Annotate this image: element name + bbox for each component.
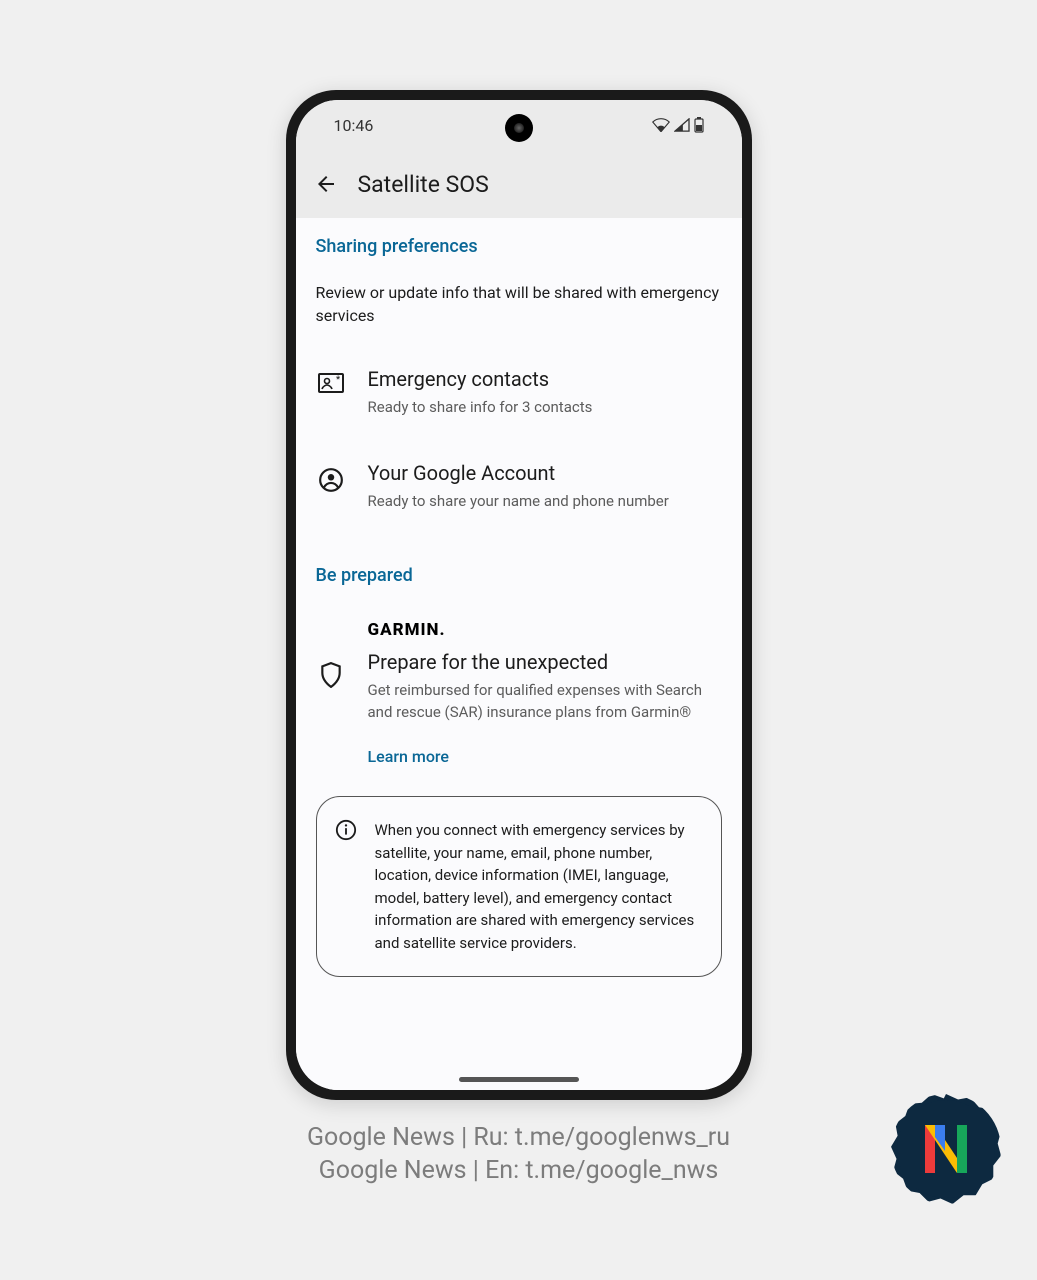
google-account-title: Your Google Account [368, 461, 722, 485]
phone-frame: 10:46 Satellite SOS Sharing preferences … [286, 90, 752, 1100]
garmin-logo: GARMIN. [368, 620, 722, 640]
nav-pill[interactable] [459, 1077, 579, 1082]
emergency-contacts-item[interactable]: * Emergency contacts Ready to share info… [296, 335, 742, 429]
emergency-contacts-sub: Ready to share info for 3 contacts [368, 397, 722, 419]
page-title: Satellite SOS [358, 171, 489, 198]
caption-line1: Google News | Ru: t.me/googlenws_ru [307, 1121, 730, 1155]
channel-badge [897, 1100, 995, 1198]
badge-n-icon [921, 1121, 971, 1177]
svg-text:*: * [336, 375, 341, 385]
caption-line2: Google News | En: t.me/google_nws [307, 1154, 730, 1188]
status-time: 10:46 [334, 116, 374, 135]
be-prepared-header: Be prepared [296, 523, 742, 596]
google-account-sub: Ready to share your name and phone numbe… [368, 491, 722, 513]
signal-icon [674, 118, 690, 132]
wifi-icon [652, 118, 670, 132]
content-area: Sharing preferences Review or update inf… [296, 218, 742, 1090]
account-circle-icon [318, 467, 344, 493]
back-arrow-icon[interactable] [314, 172, 338, 196]
info-icon [335, 819, 357, 841]
phone-screen: 10:46 Satellite SOS Sharing preferences … [296, 100, 742, 1090]
app-header: Satellite SOS [296, 150, 742, 218]
learn-more-link[interactable]: Learn more [296, 733, 742, 766]
garmin-item[interactable]: GARMIN. Prepare for the unexpected Get r… [296, 596, 742, 734]
camera-hole [505, 114, 533, 142]
info-text: When you connect with emergency services… [375, 819, 701, 954]
google-account-item[interactable]: Your Google Account Ready to share your … [296, 429, 742, 523]
sharing-preferences-header: Sharing preferences [296, 218, 742, 267]
sharing-preferences-desc: Review or update info that will be share… [296, 267, 742, 335]
shield-icon [320, 662, 342, 688]
info-card: When you connect with emergency services… [316, 796, 722, 977]
battery-icon [694, 117, 704, 133]
garmin-sub: Get reimbursed for qualified expenses wi… [368, 680, 722, 724]
garmin-title: Prepare for the unexpected [368, 650, 722, 674]
emergency-contacts-title: Emergency contacts [368, 367, 722, 391]
contact-card-icon: * [318, 373, 344, 393]
caption-text: Google News | Ru: t.me/googlenws_ru Goog… [307, 1121, 730, 1189]
